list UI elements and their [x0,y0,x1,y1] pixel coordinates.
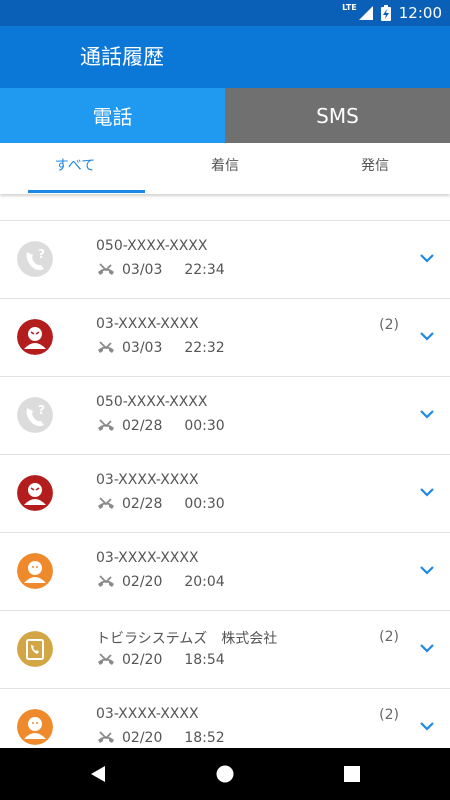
call-time: 22:32 [184,340,225,356]
call-time: 20:04 [184,574,225,590]
call-row[interactable]: 03-XXXX-XXXX 02/20 20:04 [0,532,450,610]
chevron-down-icon[interactable] [418,329,436,343]
missed-call-icon [98,341,114,353]
call-row[interactable]: ? 050-XXXX-XXXX 03/03 22:34 [0,220,450,298]
chevron-down-icon[interactable] [418,407,436,421]
unknown-caller-icon: ? [17,397,53,433]
call-meta: 02/20 20:04 [96,574,225,590]
missed-call-icon [98,263,114,275]
call-row[interactable]: ? 050-XXXX-XXXX 02/28 00:30 [0,376,450,454]
segment-switch: 電話 SMS [0,88,450,143]
call-number: トビラシステムズ 株式会社 [96,631,278,647]
call-date: 02/20 [122,730,163,746]
navigation-bar [0,748,450,800]
call-meta: 02/20 18:54 [96,652,225,668]
call-number: 050-XXXX-XXXX [96,394,208,410]
clock: 12:00 [398,4,442,22]
missed-call-icon [98,731,114,743]
call-row[interactable]: 03-XXXX-XXXX 02/20 18:52 (2) [0,688,450,748]
svg-text:?: ? [38,247,45,261]
call-number: 03-XXXX-XXXX [96,706,199,722]
missed-call-icon [98,497,114,509]
filter-tabs: すべて 着信 発信 [0,143,450,194]
missed-call-icon [98,575,114,587]
call-row[interactable]: トビラシステムズ 株式会社 02/20 18:54 (2) [0,610,450,688]
call-time: 18:52 [184,730,225,746]
call-time: 18:54 [184,652,225,668]
back-icon[interactable] [89,765,107,783]
call-number: 03-XXXX-XXXX [96,550,199,566]
page-title: 通話履歴 [80,45,164,69]
call-date: 03/03 [122,340,163,356]
call-meta: 02/28 00:30 [96,418,225,434]
call-time: 22:34 [184,262,225,278]
call-number: 03-XXXX-XXXX [96,316,199,332]
call-date: 03/03 [122,262,163,278]
orange-caller-icon [17,709,53,745]
tab-indicator [28,190,145,193]
call-number: 03-XXXX-XXXX [96,472,199,488]
call-meta: 03/03 22:34 [96,262,225,278]
call-date: 02/20 [122,652,163,668]
status-icons: LTE 12:00 [342,0,442,26]
call-meta: 02/20 18:52 [96,730,225,746]
chevron-down-icon[interactable] [418,563,436,577]
red-caller-icon [17,319,53,355]
segment-sms[interactable]: SMS [225,88,450,143]
recents-icon[interactable] [343,765,361,783]
lte-label: LTE [342,2,357,12]
chevron-down-icon[interactable] [418,719,436,733]
missed-call-icon [98,419,114,431]
call-meta: 03/03 22:32 [96,340,225,356]
app-bar: 通話履歴 [0,26,450,88]
call-count: (2) [379,707,399,723]
missed-call-icon [98,653,114,665]
call-history-list: ? 050-XXXX-XXXX 03/03 22:34 03-XXXX-XXXX [0,220,450,748]
call-time: 00:30 [184,418,225,434]
chevron-down-icon[interactable] [418,485,436,499]
call-date: 02/28 [122,496,163,512]
call-date: 02/20 [122,574,163,590]
home-icon[interactable] [216,765,234,783]
tab-all[interactable]: すべて [0,143,150,194]
tab-incoming[interactable]: 着信 [150,143,300,194]
call-meta: 02/28 00:30 [96,496,225,512]
orange-caller-icon [17,553,53,589]
call-number: 050-XXXX-XXXX [96,238,208,254]
signal-icon [358,6,373,20]
call-date: 02/28 [122,418,163,434]
segment-phone[interactable]: 電話 [0,88,225,143]
call-count: (2) [379,317,399,333]
chevron-down-icon[interactable] [418,251,436,265]
status-bar: LTE 12:00 [0,0,450,26]
battery-charging-icon [380,5,391,21]
call-count: (2) [379,629,399,645]
red-caller-icon [17,475,53,511]
unknown-caller-icon: ? [17,241,53,277]
svg-text:?: ? [38,403,45,417]
call-row[interactable]: 03-XXXX-XXXX 03/03 22:32 (2) [0,298,450,376]
call-time: 00:30 [184,496,225,512]
call-row[interactable]: 03-XXXX-XXXX 02/28 00:30 [0,454,450,532]
tab-outgoing[interactable]: 発信 [300,143,450,194]
phonebook-icon [17,631,53,667]
chevron-down-icon[interactable] [418,641,436,655]
